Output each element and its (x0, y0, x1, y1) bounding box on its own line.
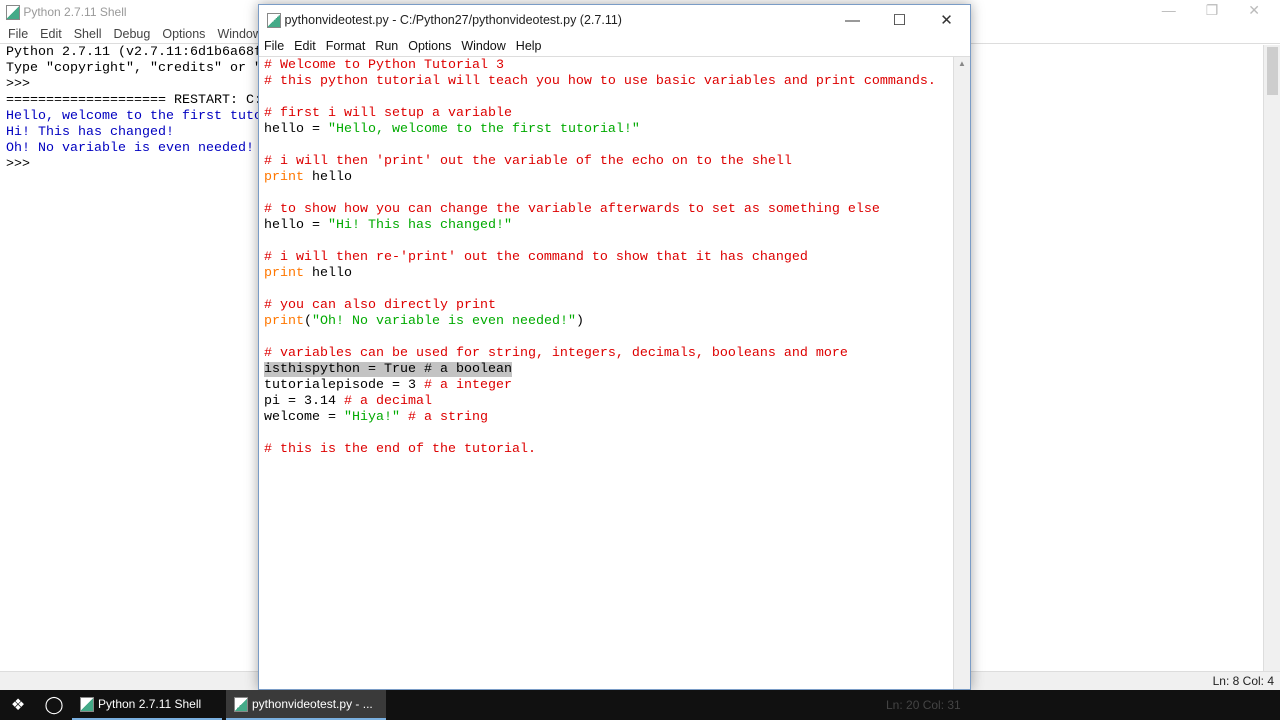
code-token: "Hello, welcome to the first tutorial!" (328, 122, 640, 137)
code-token: # a string (407, 410, 488, 425)
editor-window: pythonvideotest.py - C:/Python27/pythonv… (258, 4, 971, 690)
code-token: "Hi! This has changed!" (328, 218, 512, 233)
menu-item[interactable]: Edit (289, 39, 321, 53)
code-editor[interactable]: # Welcome to Python Tutorial 3 # this pyt… (264, 58, 936, 458)
code-line: print("Oh! No variable is even needed!") (264, 314, 936, 330)
editor-title: pythonvideotest.py - C:/Python27/pythonv… (284, 13, 622, 27)
code-token: # first i will setup a variable (264, 106, 512, 121)
editor-status: Ln: 20 Col: 31 (886, 698, 961, 712)
code-line: # this python tutorial will teach you ho… (264, 74, 936, 90)
code-token: print (264, 170, 304, 185)
code-token: # you can also directly print (264, 298, 496, 313)
code-line: print hello (264, 266, 936, 282)
menu-item[interactable]: Options (403, 39, 456, 53)
scroll-up-icon[interactable]: ▲ (958, 59, 966, 68)
code-line: welcome = "Hiya!" # a string (264, 410, 936, 426)
menu-item[interactable]: Shell (68, 27, 108, 41)
shell-scrollbar[interactable] (1263, 45, 1280, 671)
menu-item[interactable]: Help (511, 39, 547, 53)
editor-titlebar: pythonvideotest.py - C:/Python27/pythonv… (259, 5, 970, 35)
maximize-icon[interactable]: ☐ (876, 5, 923, 35)
code-line: # to show how you can change the variabl… (264, 202, 936, 218)
code-token: # variables can be used for string, inte… (264, 346, 848, 361)
code-line: # variables can be used for string, inte… (264, 346, 936, 362)
menu-item[interactable]: File (2, 27, 34, 41)
taskbar-item-label: pythonvideotest.py - ... (252, 697, 373, 711)
code-token: # to show how you can change the variabl… (264, 202, 880, 217)
code-token: # Welcome to Python Tutorial 3 (264, 58, 504, 73)
menu-item[interactable]: File (259, 39, 289, 53)
code-line: # this is the end of the tutorial. (264, 442, 936, 458)
code-token: hello (304, 170, 352, 185)
minimize-icon[interactable]: — (829, 5, 876, 35)
menu-item[interactable]: Options (156, 27, 211, 41)
menu-item[interactable]: Run (370, 39, 403, 53)
python-icon (267, 12, 281, 28)
python-icon (234, 696, 248, 712)
code-token: # this is the end of the tutorial. (264, 442, 536, 457)
code-line: tutorialepisode = 3 # a integer (264, 378, 936, 394)
menu-item[interactable]: Edit (34, 27, 68, 41)
code-token: hello = (264, 218, 328, 233)
python-icon (80, 696, 94, 712)
editor-menubar: File Edit Format Run Options Window Help (259, 35, 970, 57)
windows-start-icon[interactable]: ❖ (0, 695, 36, 715)
minimize-icon[interactable]: — (1162, 2, 1176, 19)
code-token: # a decimal (343, 394, 432, 409)
code-token: tutorialepisode = 3 (264, 378, 424, 393)
code-token: pi = 3.14 (264, 394, 344, 409)
menu-item[interactable]: Window (456, 39, 510, 53)
taskbar: ❖ ◯ Python 2.7.11 Shell pythonvideotest.… (0, 690, 1280, 720)
shell-title: Python 2.7.11 Shell (23, 5, 127, 19)
code-token: isthispython = True # a boolean (264, 362, 512, 377)
code-token: ) (575, 314, 584, 329)
code-token: # this python tutorial will teach you ho… (264, 74, 936, 89)
code-token: hello (304, 266, 352, 281)
code-line: print hello (264, 170, 936, 186)
editor-scrollbar[interactable]: ▲ (953, 57, 970, 689)
code-line: # you can also directly print (264, 298, 936, 314)
code-line: # first i will setup a variable (264, 106, 936, 122)
code-token: "Oh! No variable is even needed!" (312, 314, 576, 329)
code-token: # i will then re-'print' out the command… (264, 250, 808, 265)
maximize-icon[interactable]: ❐ (1206, 2, 1219, 19)
code-token: "Hiya!" (343, 410, 400, 425)
cortana-icon[interactable]: ◯ (36, 695, 72, 715)
code-token: hello = (264, 122, 328, 137)
menu-item[interactable]: Format (321, 39, 371, 53)
code-line: hello = "Hello, welcome to the first tut… (264, 122, 936, 138)
taskbar-item-shell[interactable]: Python 2.7.11 Shell (72, 690, 222, 720)
close-icon[interactable]: ✕ (1248, 2, 1260, 19)
code-token: # i will then 'print' out the variable o… (264, 154, 792, 169)
scrollbar-thumb[interactable] (1267, 47, 1278, 95)
code-line: pi = 3.14 # a decimal (264, 394, 936, 410)
code-line: # i will then re-'print' out the command… (264, 250, 936, 266)
code-line: # Welcome to Python Tutorial 3 (264, 58, 936, 74)
code-token: # a integer (423, 378, 512, 393)
shell-window-controls: — ❐ ✕ (1162, 2, 1260, 19)
close-icon[interactable]: ✕ (923, 5, 970, 35)
taskbar-item-label: Python 2.7.11 Shell (98, 697, 202, 711)
taskbar-item-editor[interactable]: pythonvideotest.py - ... (226, 690, 386, 720)
code-token: print (264, 314, 304, 329)
python-icon (6, 4, 20, 20)
code-line: isthispython = True # a boolean (264, 362, 936, 378)
code-line: # i will then 'print' out the variable o… (264, 154, 936, 170)
code-token: print (264, 266, 304, 281)
code-token: ( (304, 314, 312, 329)
code-line: hello = "Hi! This has changed!" (264, 218, 936, 234)
menu-item[interactable]: Debug (108, 27, 157, 41)
code-token: welcome = (264, 410, 344, 425)
